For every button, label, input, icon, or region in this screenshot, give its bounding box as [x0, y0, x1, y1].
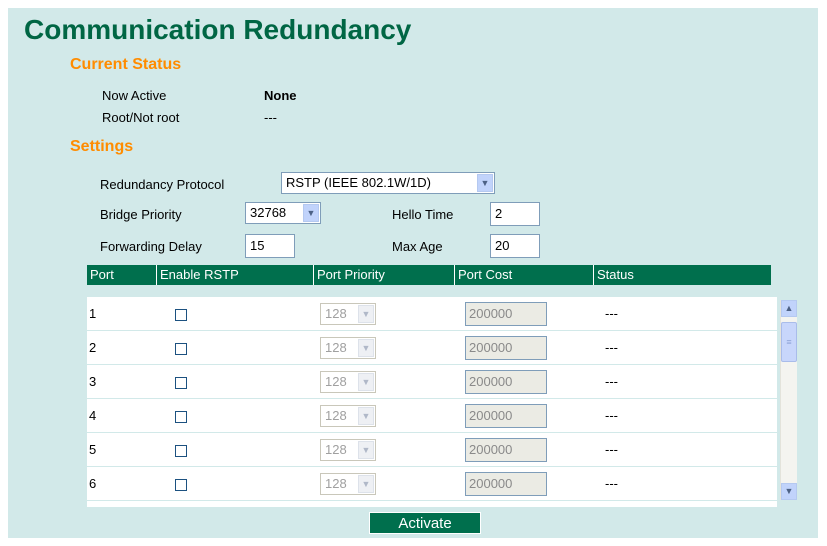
table-row: 2 128 ▼ 200000 --- [87, 331, 777, 365]
now-active-label: Now Active [102, 88, 167, 103]
page-title: Communication Redundancy [24, 14, 412, 45]
port-status: --- [605, 476, 618, 491]
activate-button[interactable]: Activate [369, 512, 481, 534]
max-age-label: Max Age [392, 239, 443, 254]
port-number: 1 [89, 306, 97, 321]
chevron-down-icon: ▼ [303, 204, 319, 222]
bridge-priority-label: Bridge Priority [100, 207, 182, 222]
port-priority-value: 128 [325, 476, 347, 491]
hello-time-input[interactable]: 2 [490, 202, 540, 226]
port-number: 4 [89, 408, 97, 423]
hello-time-label: Hello Time [392, 207, 454, 222]
port-priority-select: 128 ▼ [320, 371, 376, 393]
port-cost-input: 200000 [465, 336, 547, 360]
enable-rstp-checkbox[interactable] [175, 343, 187, 355]
column-header-port-cost: Port Cost [454, 265, 593, 285]
port-priority-select: 128 ▼ [320, 337, 376, 359]
current-status-heading: Current Status [70, 56, 182, 73]
column-header-enable-rstp: Enable RSTP [156, 265, 313, 285]
root-label: Root/Not root [102, 110, 180, 125]
enable-rstp-checkbox[interactable] [175, 309, 187, 321]
max-age-input[interactable]: 20 [490, 234, 540, 258]
port-status: --- [605, 442, 618, 457]
table-row: 6 128 ▼ 200000 --- [87, 467, 777, 501]
table-row: 1 128 ▼ 200000 --- [87, 297, 777, 331]
port-priority-select: 128 ▼ [320, 405, 376, 427]
chevron-down-icon: ▼ [358, 305, 374, 323]
port-status: --- [605, 340, 618, 355]
port-cost-input: 200000 [465, 404, 547, 428]
port-priority-value: 128 [325, 408, 347, 423]
port-priority-select: 128 ▼ [320, 303, 376, 325]
scrollbar-thumb[interactable]: ≡ [781, 322, 797, 362]
port-priority-select: 128 ▼ [320, 473, 376, 495]
port-cost-input: 200000 [465, 438, 547, 462]
bridge-priority-select[interactable]: 32768 ▼ [245, 202, 321, 224]
port-number: 3 [89, 374, 97, 389]
forwarding-delay-input[interactable]: 15 [245, 234, 295, 258]
port-priority-value: 128 [325, 374, 347, 389]
now-active-value: None [264, 88, 297, 103]
chevron-down-icon: ▼ [358, 441, 374, 459]
forwarding-delay-label: Forwarding Delay [100, 239, 202, 254]
settings-heading: Settings [70, 138, 134, 155]
port-cost-input: 200000 [465, 370, 547, 394]
table-row: 3 128 ▼ 200000 --- [87, 365, 777, 399]
port-priority-value: 128 [325, 306, 347, 321]
protocol-select-value: RSTP (IEEE 802.1W/1D) [286, 175, 431, 190]
port-status: --- [605, 408, 618, 423]
enable-rstp-checkbox[interactable] [175, 411, 187, 423]
chevron-down-icon: ▼ [358, 475, 374, 493]
bridge-priority-value: 32768 [250, 205, 287, 220]
column-header-port: Port [90, 267, 114, 282]
table-row: 4 128 ▼ 200000 --- [87, 399, 777, 433]
port-priority-value: 128 [325, 340, 347, 355]
enable-rstp-checkbox[interactable] [175, 445, 187, 457]
port-number: 6 [89, 476, 97, 491]
port-cost-input: 200000 [465, 472, 547, 496]
enable-rstp-checkbox[interactable] [175, 479, 187, 491]
port-priority-select: 128 ▼ [320, 439, 376, 461]
chevron-down-icon: ▼ [358, 373, 374, 391]
port-priority-value: 128 [325, 442, 347, 457]
scroll-down-arrow-icon[interactable]: ▼ [781, 483, 797, 500]
protocol-label: Redundancy Protocol [100, 177, 225, 192]
port-status: --- [605, 306, 618, 321]
chevron-down-icon: ▼ [358, 339, 374, 357]
root-value: --- [264, 110, 277, 125]
scroll-up-arrow-icon[interactable]: ▲ [781, 300, 797, 317]
table-scrollbar[interactable]: ▲ ≡ ▼ [780, 300, 797, 500]
port-table-body: 1 128 ▼ 200000 --- 2 128 ▼ 200000 --- 3 128 ▼ 200000 -… [87, 297, 777, 507]
enable-rstp-checkbox[interactable] [175, 377, 187, 389]
port-cost-input: 200000 [465, 302, 547, 326]
column-header-status: Status [593, 265, 771, 285]
port-number: 2 [89, 340, 97, 355]
port-number: 5 [89, 442, 97, 457]
chevron-down-icon: ▼ [477, 174, 493, 192]
port-status: --- [605, 374, 618, 389]
protocol-select[interactable]: RSTP (IEEE 802.1W/1D) ▼ [281, 172, 495, 194]
table-row: 5 128 ▼ 200000 --- [87, 433, 777, 467]
table-header-bar: Port Enable RSTP Port Priority Port Cost… [87, 265, 771, 285]
column-header-port-priority: Port Priority [313, 265, 454, 285]
chevron-down-icon: ▼ [358, 407, 374, 425]
